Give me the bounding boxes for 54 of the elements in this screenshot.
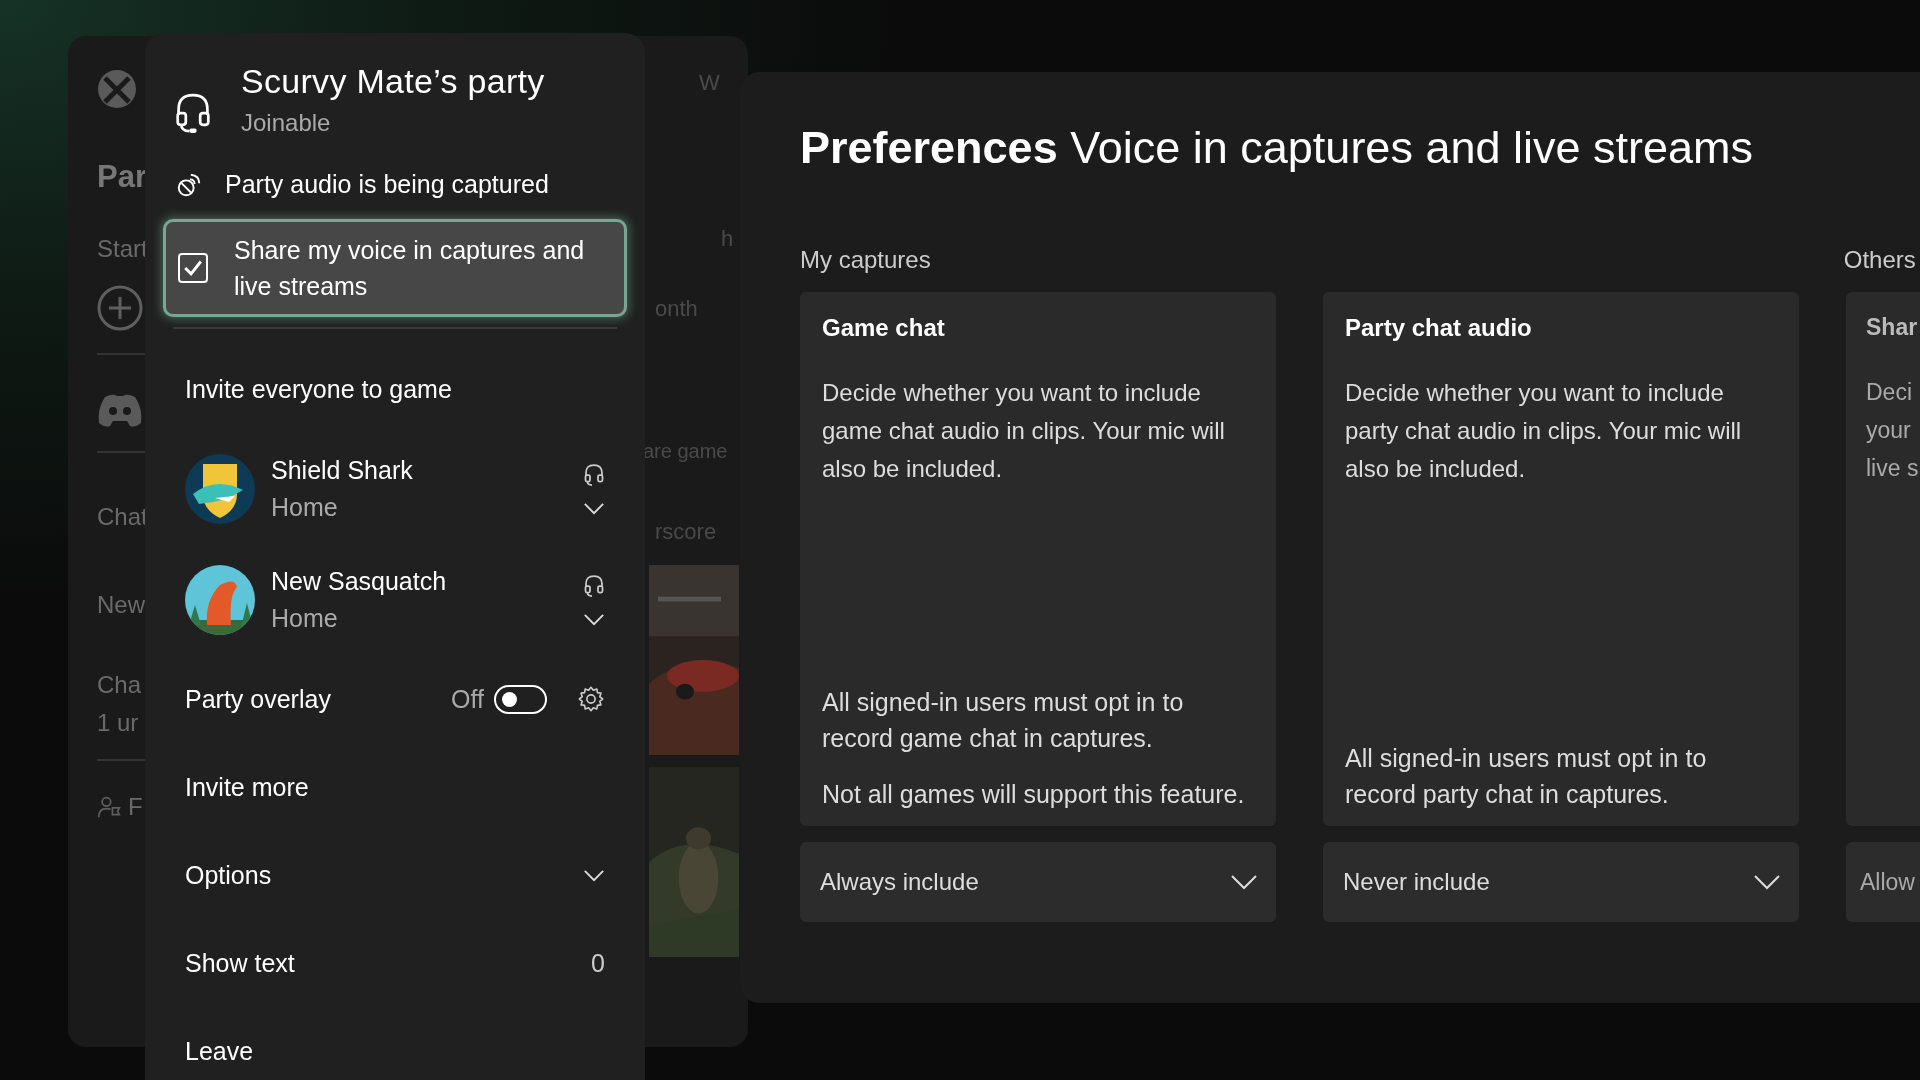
guide-label: New bbox=[97, 591, 145, 619]
member-name: New Sasquatch bbox=[271, 566, 448, 596]
overlay-toggle[interactable] bbox=[494, 684, 547, 714]
share-voice-option[interactable]: Share my voice in captures and live streams bbox=[163, 219, 627, 317]
headset-icon bbox=[584, 573, 604, 599]
capture-notice: Party audio is being captured bbox=[225, 170, 549, 199]
chevron-down-icon[interactable] bbox=[583, 868, 605, 882]
dropdown[interactable]: Never include bbox=[1323, 842, 1799, 922]
guide-label: F bbox=[128, 793, 143, 821]
card-description: Decide whether you want to include game chat audio in clips. Your mic will also be included. bbox=[822, 378, 1226, 484]
invite-everyone-button[interactable]: Invite everyone to game bbox=[163, 345, 627, 433]
dropdown[interactable]: Always include bbox=[800, 842, 1276, 922]
person-flag-icon bbox=[97, 795, 121, 819]
card-note: All signed-in users must opt in to record game chat in captures. bbox=[822, 687, 1185, 754]
guide-subtitle: 1 ur bbox=[97, 709, 139, 737]
guide-label: Chat bbox=[97, 503, 148, 531]
menu-item[interactable]: Leave bbox=[163, 1007, 627, 1080]
message-count: 0 bbox=[591, 948, 605, 978]
card-title: Shar bbox=[1866, 314, 1919, 341]
dropdown[interactable]: Allow bbox=[1846, 842, 1920, 922]
xbox-logo-icon bbox=[97, 69, 137, 109]
section-label: My captures bbox=[800, 246, 931, 274]
guide-label: Cha bbox=[97, 671, 142, 699]
chevron-down-icon[interactable] bbox=[583, 612, 605, 626]
menu-item[interactable]: Options bbox=[185, 860, 272, 890]
settings-icon[interactable] bbox=[577, 685, 605, 713]
card-description: Deci bbox=[1866, 378, 1913, 407]
chevron-down-icon bbox=[1753, 874, 1781, 890]
member-status: Home bbox=[271, 603, 339, 633]
member-name: Shield Shark bbox=[271, 455, 414, 485]
overlay-label: Party overlay bbox=[185, 684, 331, 714]
guide-heading: Par bbox=[97, 159, 147, 195]
card-title: Party chat audio bbox=[1345, 314, 1533, 342]
card-description: live s bbox=[1866, 454, 1920, 483]
toggle-state: Off bbox=[451, 684, 484, 714]
chevron-down-icon bbox=[1230, 874, 1258, 890]
menu-item[interactable]: Show text bbox=[185, 948, 295, 978]
guide-label: Start bbox=[97, 235, 148, 263]
add-icon[interactable] bbox=[97, 285, 143, 331]
card-note: Not all games will support this feature. bbox=[822, 779, 1246, 810]
page-title: Preferences Voice in captures and live streams bbox=[800, 122, 1755, 174]
card-description: your bbox=[1866, 416, 1912, 445]
party-title: Scurvy Mate’s party bbox=[241, 62, 545, 101]
party-status: Joinable bbox=[241, 109, 332, 137]
checkbox[interactable] bbox=[178, 253, 208, 283]
section-label: Others bbox=[1843, 246, 1916, 274]
headset-icon bbox=[584, 462, 604, 488]
chevron-down-icon[interactable] bbox=[583, 501, 605, 515]
controller-icon[interactable] bbox=[97, 393, 143, 429]
member-status: Home bbox=[271, 492, 339, 522]
card-title: Game chat bbox=[822, 314, 946, 342]
card-description: Decide whether you want to include party chat audio in clips. Your mic will also be included. bbox=[1345, 378, 1743, 484]
menu-item[interactable]: Invite more bbox=[163, 743, 627, 831]
card-note: All signed-in users must opt in to record party chat in captures. bbox=[1345, 743, 1708, 810]
